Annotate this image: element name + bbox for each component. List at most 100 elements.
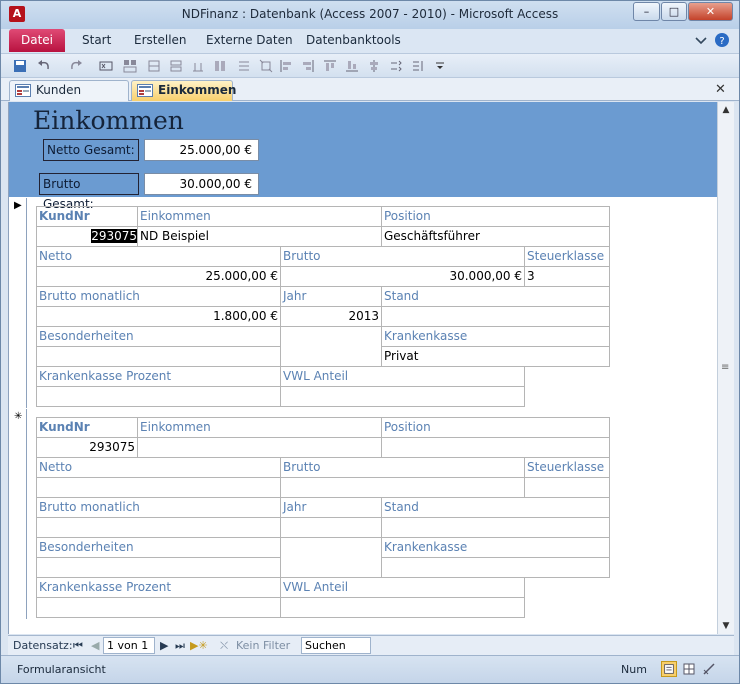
maximize-button[interactable]: □ — [661, 2, 687, 21]
netto-field[interactable] — [36, 477, 281, 498]
brutto-field[interactable]: 30.000,00 € — [280, 266, 525, 287]
scroll-up-icon[interactable]: ▲ — [718, 102, 734, 118]
netto-gesamt-value[interactable]: 25.000,00 € — [144, 139, 259, 161]
align-right-icon[interactable] — [301, 59, 315, 73]
stand-label: Stand — [381, 286, 610, 307]
current-record-arrow-icon: ▶ — [14, 200, 22, 211]
search-input[interactable]: Suchen — [301, 637, 371, 654]
first-record-icon[interactable]: ⏮ — [73, 639, 83, 653]
jahr-field[interactable] — [280, 517, 382, 538]
record-selector-1[interactable]: ▶ — [9, 198, 27, 408]
distribute-vertical-icon[interactable] — [367, 59, 381, 73]
format-control-icon[interactable] — [147, 59, 161, 73]
customize-dropdown-icon[interactable] — [433, 59, 447, 73]
brutto-monatlich-label: Brutto monatlich — [36, 286, 281, 307]
close-document-icon[interactable]: ✕ — [715, 82, 726, 97]
close-window-button[interactable]: ✕ — [688, 2, 733, 21]
vwl-anteil-label: VWL Anteil — [280, 366, 525, 387]
kein-filter-button[interactable]: Kein Filter — [236, 639, 290, 652]
form-title: Einkommen — [33, 106, 184, 135]
previous-record-icon[interactable]: ◀ — [91, 639, 99, 652]
vertical-scrollbar[interactable]: ▲ ≡ ▼ — [717, 102, 734, 634]
tab-start[interactable]: Start — [82, 33, 111, 47]
record-selector-new[interactable]: ✳ — [9, 409, 27, 619]
krankenkasse-field[interactable] — [381, 557, 610, 578]
next-record-icon[interactable]: ▶ — [160, 639, 168, 652]
new-record-icon[interactable]: ▶✳ — [190, 639, 208, 652]
tab-erstellen[interactable]: Erstellen — [134, 33, 187, 47]
anchor-icon[interactable] — [213, 59, 227, 73]
status-bar: Formularansicht Num — [1, 655, 739, 683]
einkommen-label: Einkommen — [137, 206, 382, 227]
design-view-icon[interactable] — [701, 661, 717, 677]
save-icon[interactable] — [13, 59, 27, 73]
tab-datenbanktools[interactable]: Datenbanktools — [306, 33, 401, 47]
form-view: Einkommen Netto Gesamt: 25.000,00 € Brut… — [8, 102, 717, 634]
doctab-label: Einkommen — [158, 83, 237, 97]
krankenkasse-field[interactable]: Privat — [381, 346, 610, 367]
distribute-horizontal-icon[interactable] — [389, 59, 403, 73]
brutto-monatlich-field[interactable] — [36, 517, 281, 538]
current-record-input[interactable]: 1 von 1 — [103, 637, 155, 654]
jahr-field[interactable]: 2013 — [280, 306, 382, 327]
steuerklasse-field[interactable]: 3 — [524, 266, 610, 287]
brutto-gesamt-value[interactable]: 30.000,00 € — [144, 173, 259, 195]
scroll-thumb-grip-icon[interactable]: ≡ — [721, 363, 731, 373]
title-bar: A NDFinanz : Datenbank (Access 2007 - 20… — [1, 1, 739, 29]
stand-field[interactable] — [381, 306, 610, 327]
redo-icon[interactable] — [69, 59, 83, 73]
brutto-gesamt-label: Brutto Gesamt: — [39, 173, 139, 211]
doctab-einkommen[interactable]: Einkommen — [131, 80, 237, 101]
filter-icon: ⛌ — [220, 639, 229, 652]
ribbon-tab-bar: Datei Start Erstellen Externe Daten Date… — [1, 29, 739, 53]
scroll-down-icon[interactable]: ▼ — [718, 618, 734, 634]
brutto-label: Brutto — [280, 457, 525, 478]
kundnr-label: KundNr — [36, 206, 138, 227]
align-grid-icon[interactable] — [123, 59, 137, 73]
last-record-icon[interactable]: ⏭ — [175, 639, 185, 653]
kundnr-label: KundNr — [36, 417, 138, 438]
quick-access-toolbar — [1, 53, 739, 78]
ribbon-collapse-chevron-icon[interactable] — [693, 32, 709, 48]
layout-view-icon[interactable] — [681, 661, 697, 677]
jahr-label: Jahr — [280, 497, 382, 518]
spacing-icon[interactable] — [237, 59, 251, 73]
stack-icon[interactable] — [169, 59, 183, 73]
position-field[interactable] — [381, 437, 610, 458]
align-bottom-icon[interactable] — [345, 59, 359, 73]
undo-icon[interactable] — [37, 59, 51, 73]
kundnr-field[interactable]: 293075 — [36, 226, 138, 247]
besonderheiten-field[interactable] — [36, 557, 281, 578]
krankenkasse-prozent-field[interactable] — [36, 597, 281, 618]
jahr-label: Jahr — [280, 286, 382, 307]
steuerklasse-field[interactable] — [524, 477, 610, 498]
krankenkasse-prozent-field[interactable] — [36, 386, 281, 407]
form-view-icon[interactable] — [661, 661, 677, 677]
doctab-kunden-abfrage[interactable]: Kunden Abfrage — [9, 80, 129, 116]
kundnr-field[interactable]: 293075 — [36, 437, 138, 458]
einkommen-field[interactable]: ND Beispiel — [137, 226, 382, 247]
besonderheiten-field[interactable] — [36, 346, 281, 367]
brutto-monatlich-field[interactable]: 1.800,00 € — [36, 306, 281, 327]
size-icon[interactable] — [259, 59, 273, 73]
tab-datei[interactable]: Datei — [9, 29, 65, 52]
brutto-field[interactable] — [280, 477, 525, 498]
vwl-anteil-field[interactable] — [280, 597, 525, 618]
einkommen-field[interactable] — [137, 437, 382, 458]
align-top-icon[interactable] — [323, 59, 337, 73]
help-icon[interactable]: ? — [714, 32, 730, 48]
xml-icon[interactable] — [99, 59, 113, 73]
netto-field[interactable]: 25.000,00 € — [36, 266, 281, 287]
document-tab-bar: Kunden Abfrage Einkommen ✕ — [1, 78, 739, 116]
netto-label: Netto — [36, 457, 281, 478]
tab-externe-daten[interactable]: Externe Daten — [206, 33, 293, 47]
vwl-anteil-field[interactable] — [280, 386, 525, 407]
align-left-icon[interactable] — [279, 59, 293, 73]
tabular-icon[interactable] — [191, 59, 205, 73]
stand-field[interactable] — [381, 517, 610, 538]
blank-spacer — [280, 537, 382, 578]
equal-spacing-icon[interactable] — [411, 59, 425, 73]
krankenkasse-label: Krankenkasse — [381, 537, 610, 558]
minimize-button[interactable]: – — [633, 2, 660, 21]
position-field[interactable]: Geschäftsführer — [381, 226, 610, 247]
